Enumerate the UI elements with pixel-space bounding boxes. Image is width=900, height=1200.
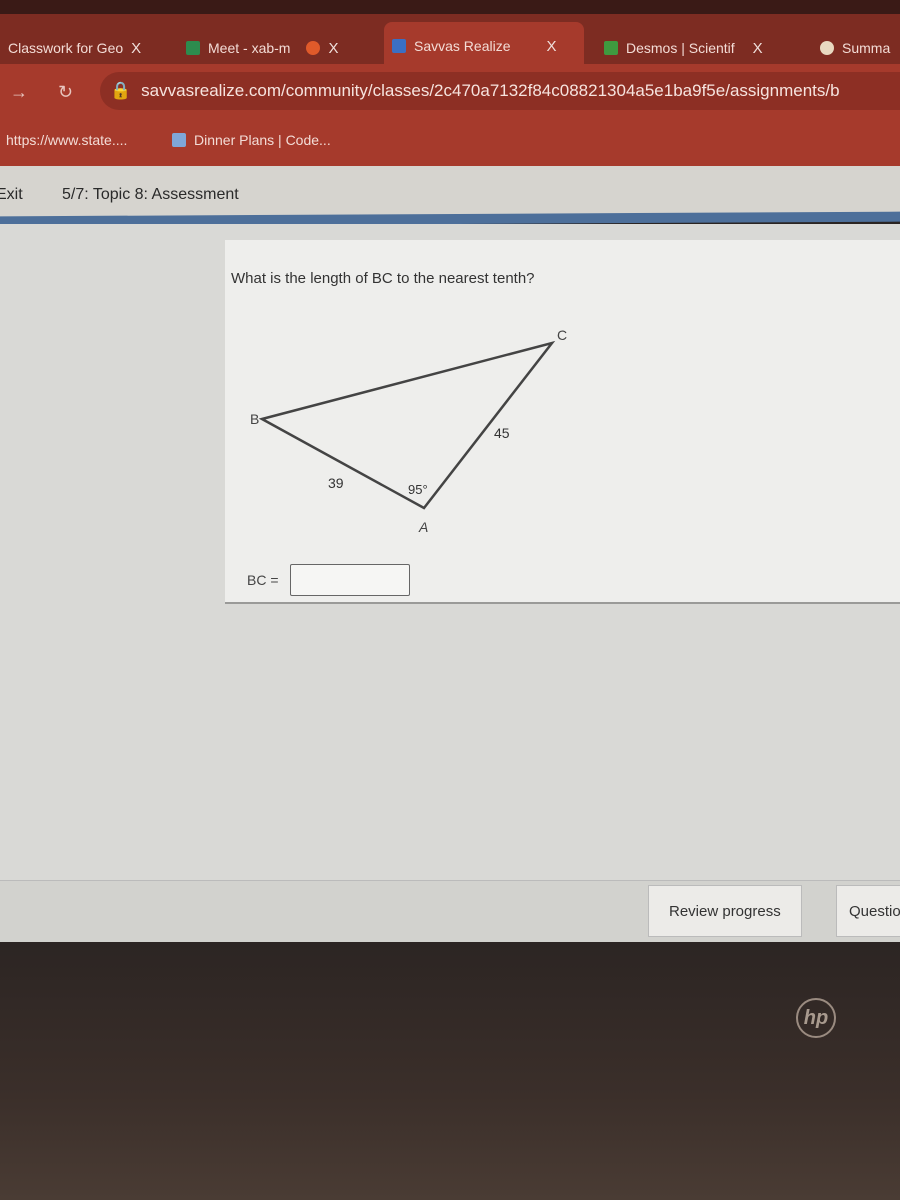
vertex-b-label: B (250, 411, 259, 427)
footer-bar: Review progress Questio (0, 880, 900, 942)
answer-label: BC = (247, 572, 279, 588)
angle-a-label: 95° (408, 482, 428, 497)
side-ac-label: 45 (494, 425, 510, 441)
review-progress-button[interactable]: Review progress (648, 885, 802, 937)
question-nav-button[interactable]: Questio (836, 885, 900, 937)
vertex-c-label: C (557, 327, 567, 343)
vertex-a-label: A (418, 519, 428, 535)
laptop-bezel (0, 942, 900, 1200)
side-ab-label: 39 (328, 475, 344, 491)
hp-logo: hp (796, 998, 836, 1038)
bc-answer-input[interactable] (290, 564, 410, 596)
